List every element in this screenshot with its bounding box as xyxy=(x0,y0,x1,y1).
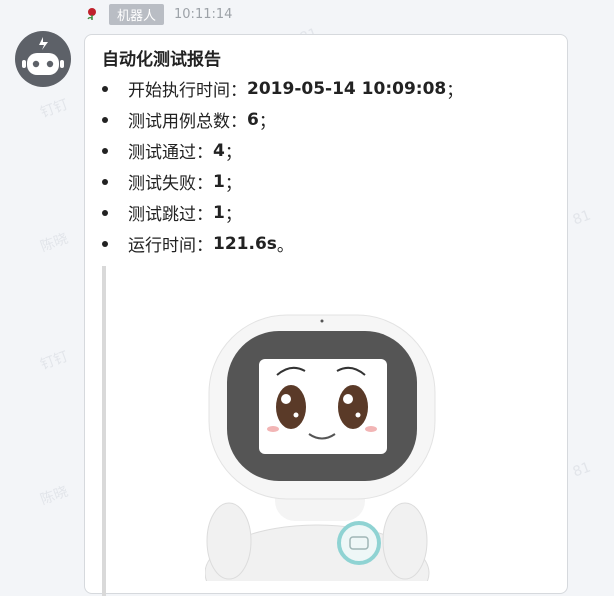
watermark-text: 钉钉 xyxy=(38,96,71,122)
item-suffix: 。 xyxy=(276,236,294,256)
message-bubble[interactable]: 自动化测试报告 开始执行时间： 2019-05-14 10:09:08 ； 测试… xyxy=(84,34,568,596)
item-value: 4 xyxy=(213,140,225,161)
robot-avatar[interactable] xyxy=(15,31,71,87)
item-suffix: ； xyxy=(224,174,242,194)
watermark-text: 81 xyxy=(570,207,594,229)
watermark-text: 81 xyxy=(570,459,594,481)
item-suffix: ； xyxy=(258,112,276,132)
item-suffix: ； xyxy=(446,81,464,101)
report-item-total-cases: 测试用例总数： 6 ； xyxy=(102,104,463,135)
bullet-icon xyxy=(102,240,108,247)
report-item-failed: 测试失败： 1 ； xyxy=(102,166,463,197)
bullet-icon xyxy=(102,178,108,185)
item-suffix: ； xyxy=(224,205,242,225)
watermark-text: 陈晓 xyxy=(38,483,71,509)
item-value: 1 xyxy=(213,202,225,223)
item-label: 运行时间： xyxy=(128,236,213,256)
item-value: 1 xyxy=(213,171,225,192)
bullet-icon xyxy=(102,85,108,92)
sender-name-tag[interactable]: 机器人 xyxy=(109,3,165,25)
item-value: 2019-05-14 10:09:08 xyxy=(247,78,447,99)
report-item-passed: 测试通过： 4 ； xyxy=(102,135,463,166)
item-label: 开始执行时间： xyxy=(128,81,247,101)
report-item-start-time: 开始执行时间： 2019-05-14 10:09:08 ； xyxy=(102,73,463,104)
watermark-text: 钉钉 xyxy=(38,348,71,374)
message-header: 机器人 10:11:14 xyxy=(85,3,232,25)
item-label: 测试失败： xyxy=(128,174,213,194)
report-item-skipped: 测试跳过： 1 ； xyxy=(102,197,463,228)
item-suffix: ； xyxy=(224,143,242,163)
quote-bar xyxy=(102,266,106,596)
bullet-icon xyxy=(102,116,108,123)
bullet-icon xyxy=(102,209,108,216)
item-value: 6 xyxy=(247,109,259,130)
bullet-icon xyxy=(102,147,108,154)
item-label: 测试跳过： xyxy=(128,205,213,225)
robot-image[interactable] xyxy=(205,271,445,581)
item-label: 测试用例总数： xyxy=(128,112,247,132)
robot-avatar-icon xyxy=(22,37,64,75)
item-label: 测试通过： xyxy=(128,143,213,163)
watermark-text: 陈晓 xyxy=(38,230,71,256)
message-time: 10:11:14 xyxy=(174,6,233,22)
rose-icon xyxy=(87,8,96,20)
report-list: 开始执行时间： 2019-05-14 10:09:08 ； 测试用例总数： 6 … xyxy=(102,73,463,259)
report-item-run-time: 运行时间： 121.6s 。 xyxy=(102,228,463,259)
report-title: 自动化测试报告 xyxy=(102,50,221,70)
item-value: 121.6s xyxy=(213,233,277,254)
